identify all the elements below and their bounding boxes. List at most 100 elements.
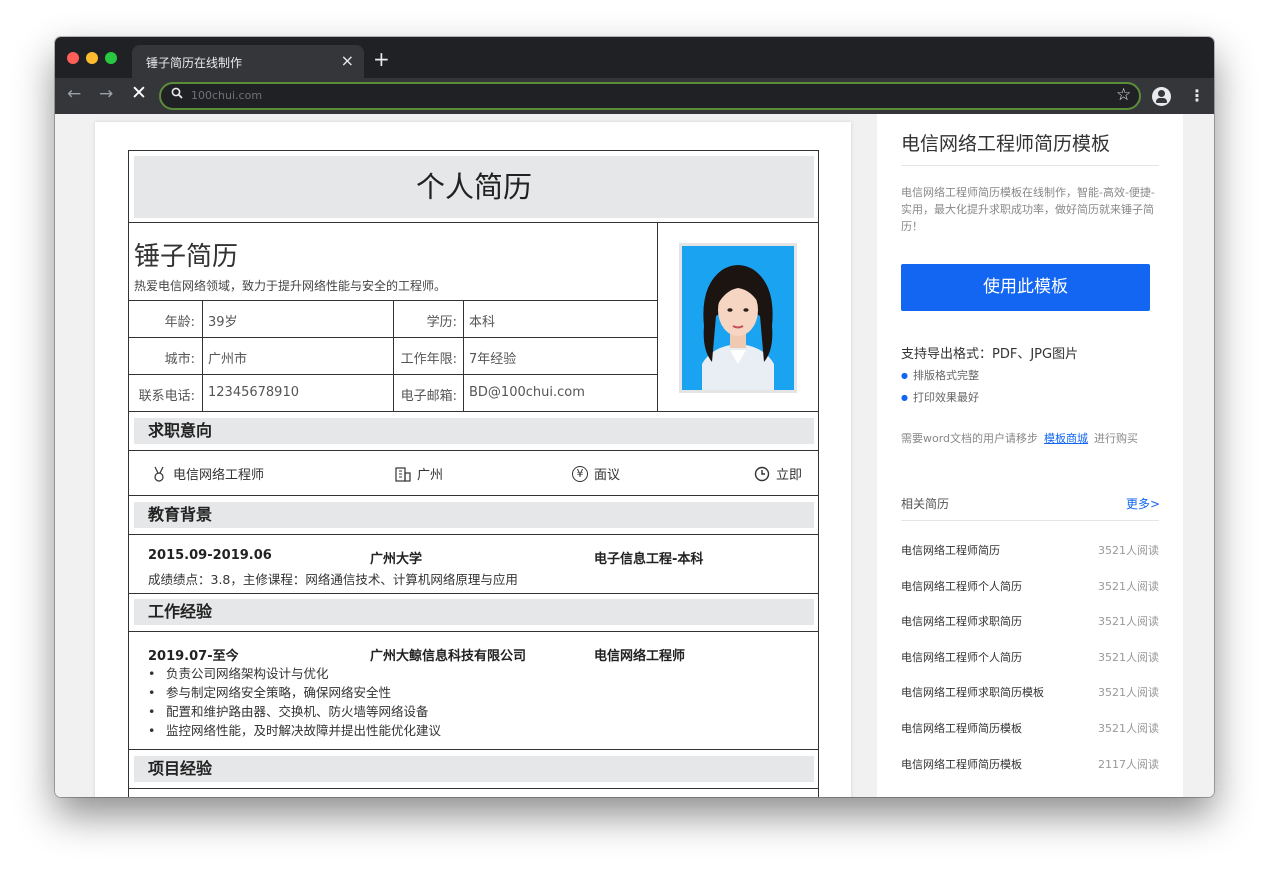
- related-item-reads: 3521人阅读: [1098, 615, 1159, 628]
- building-icon: [395, 466, 411, 482]
- more-link[interactable]: 更多>: [1126, 495, 1160, 512]
- tab-bar: 锤子简历在线制作 × +: [55, 37, 1214, 78]
- section-project: 项目经验: [134, 756, 814, 782]
- edu-major: 电子信息工程-本科: [594, 552, 704, 567]
- info-label-phone: 联系电话:: [138, 389, 195, 404]
- bookmark-star-icon[interactable]: ☆: [1116, 85, 1131, 105]
- resume-motto: 热爱电信网络领域，致力于提升网络性能与安全的工程师。: [134, 279, 447, 293]
- resume-document: 个人简历 锤子简历 热爱电信网络领域，致力于提升网络性能与安全的工程师。 年龄:…: [128, 150, 819, 797]
- info-label-years: 工作年限:: [400, 352, 457, 367]
- related-item-reads: 3521人阅读: [1098, 544, 1159, 557]
- list-item: 负责公司网络架构设计与优化: [148, 664, 441, 683]
- resume-title: 个人简历: [134, 156, 814, 218]
- divider: [129, 631, 818, 632]
- stop-loading-icon[interactable]: ✕: [131, 82, 147, 104]
- forward-arrow-icon[interactable]: →: [99, 84, 113, 104]
- related-item-title[interactable]: 电信网络工程师简历模板: [901, 722, 1022, 735]
- related-item-reads: 3521人阅读: [1098, 580, 1159, 593]
- profile-avatar-icon[interactable]: [1152, 87, 1171, 106]
- edu-school: 广州大学: [370, 552, 423, 567]
- new-tab-button[interactable]: +: [373, 47, 390, 71]
- work-period: 2019.07-至今: [148, 649, 239, 664]
- related-item-title[interactable]: 电信网络工程师简历模板: [901, 758, 1022, 771]
- template-store-link[interactable]: 模板商城: [1044, 432, 1088, 445]
- divider: [393, 300, 394, 411]
- address-bar[interactable]: 100chui.com: [159, 82, 1141, 110]
- intent-city: 广州: [395, 464, 443, 483]
- related-item[interactable]: 电信网络工程师简历模板 2117人阅读: [901, 756, 1159, 772]
- divider: [657, 222, 658, 411]
- intent-start: 立即: [754, 464, 802, 483]
- related-item-title[interactable]: 电信网络工程师简历: [901, 544, 1000, 557]
- info-value-email: BD@100chui.com: [469, 385, 585, 400]
- feature-item: 排版格式完整: [901, 367, 979, 383]
- word-note-suffix: 进行购买: [1094, 432, 1139, 445]
- divider: [129, 222, 818, 223]
- divider: [129, 411, 818, 412]
- divider: [129, 450, 818, 451]
- related-item-title[interactable]: 电信网络工程师个人简历: [901, 580, 1022, 593]
- related-item-reads: 3521人阅读: [1098, 651, 1159, 664]
- close-window-button[interactable]: [67, 52, 79, 64]
- intent-city-text: 广州: [417, 468, 444, 483]
- list-item: 参与制定网络安全策略，确保网络安全性: [148, 683, 441, 702]
- related-title: 相关简历: [901, 497, 950, 511]
- list-item: 监控网络性能，及时解决故障并提出性能优化建议: [148, 721, 441, 740]
- intent-position-text: 电信网络工程师: [173, 468, 265, 483]
- intent-start-text: 立即: [776, 468, 803, 483]
- related-item[interactable]: 电信网络工程师个人简历 3521人阅读: [901, 649, 1159, 665]
- related-item[interactable]: 电信网络工程师简历 3521人阅读: [901, 542, 1159, 558]
- page-content: 个人简历 锤子简历 热爱电信网络领域，致力于提升网络性能与安全的工程师。 年龄:…: [55, 114, 1214, 797]
- url-text[interactable]: 100chui.com: [191, 89, 262, 102]
- intent-position: 电信网络工程师: [151, 464, 264, 483]
- info-value-age: 39岁: [208, 315, 238, 330]
- info-value-phone: 12345678910: [208, 385, 299, 400]
- related-item-title[interactable]: 电信网络工程师求职简历模板: [901, 686, 1044, 699]
- medal-icon: [151, 466, 167, 482]
- divider: [202, 300, 203, 411]
- tab-active[interactable]: 锤子简历在线制作 ×: [132, 45, 364, 78]
- info-value-degree: 本科: [469, 315, 496, 330]
- template-title: 电信网络工程师简历模板: [901, 133, 1111, 155]
- related-item[interactable]: 电信网络工程师求职简历 3521人阅读: [901, 613, 1159, 629]
- browser-menu-icon[interactable]: ⋮: [1189, 86, 1205, 105]
- work-company: 广州大鲸信息科技有限公司: [370, 649, 527, 664]
- feature-item: 打印效果最好: [901, 389, 979, 405]
- clock-icon: [754, 466, 770, 482]
- tab-close-icon[interactable]: ×: [341, 51, 354, 70]
- divider: [129, 495, 818, 496]
- related-item-reads: 3521人阅读: [1098, 722, 1159, 735]
- template-sidebar: 电信网络工程师简历模板 电信网络工程师简历模板在线制作，智能-高效-便捷-实用，…: [877, 114, 1183, 797]
- section-work: 工作经验: [134, 599, 814, 625]
- tab-title: 锤子简历在线制作: [146, 56, 243, 70]
- info-value-city: 广州市: [208, 352, 248, 367]
- divider: [129, 534, 818, 535]
- section-education: 教育背景: [134, 502, 814, 528]
- browser-toolbar: ← → ✕ 100chui.com ☆ ⋮: [55, 78, 1214, 114]
- info-value-years: 7年经验: [469, 352, 517, 367]
- related-item-title[interactable]: 电信网络工程师求职简历: [901, 615, 1022, 628]
- related-item[interactable]: 电信网络工程师求职简历模板 3521人阅读: [901, 684, 1159, 700]
- info-label-email: 电子邮箱:: [400, 389, 457, 404]
- work-role: 电信网络工程师: [594, 649, 686, 664]
- section-intent: 求职意向: [134, 418, 814, 444]
- template-description: 电信网络工程师简历模板在线制作，智能-高效-便捷-实用，最大化提升求职成功率，做…: [901, 186, 1155, 233]
- intent-salary: ¥ 面议: [572, 464, 620, 483]
- related-item-title[interactable]: 电信网络工程师个人简历: [901, 651, 1022, 664]
- back-arrow-icon[interactable]: ←: [67, 84, 81, 104]
- info-label-city: 城市:: [164, 352, 195, 367]
- related-item[interactable]: 电信网络工程师简历模板 3521人阅读: [901, 720, 1159, 736]
- divider: [129, 788, 818, 789]
- divider: [129, 593, 818, 594]
- related-item-reads: 3521人阅读: [1098, 686, 1159, 699]
- word-note-text: 需要word文档的用户请移步: [901, 432, 1039, 445]
- browser-window: 锤子简历在线制作 × + ← → ✕ 100chui.com ☆ ⋮ 个人简历 …: [55, 37, 1214, 797]
- minimize-window-button[interactable]: [86, 52, 98, 64]
- maximize-window-button[interactable]: [105, 52, 117, 64]
- related-item[interactable]: 电信网络工程师个人简历 3521人阅读: [901, 578, 1159, 594]
- list-item: 配置和维护路由器、交换机、防火墙等网络设备: [148, 702, 441, 721]
- use-template-button[interactable]: 使用此模板: [901, 264, 1150, 311]
- divider: [129, 749, 818, 750]
- intent-salary-text: 面议: [594, 468, 621, 483]
- resume-paper: 个人简历 锤子简历 热爱电信网络领域，致力于提升网络性能与安全的工程师。 年龄:…: [95, 122, 851, 797]
